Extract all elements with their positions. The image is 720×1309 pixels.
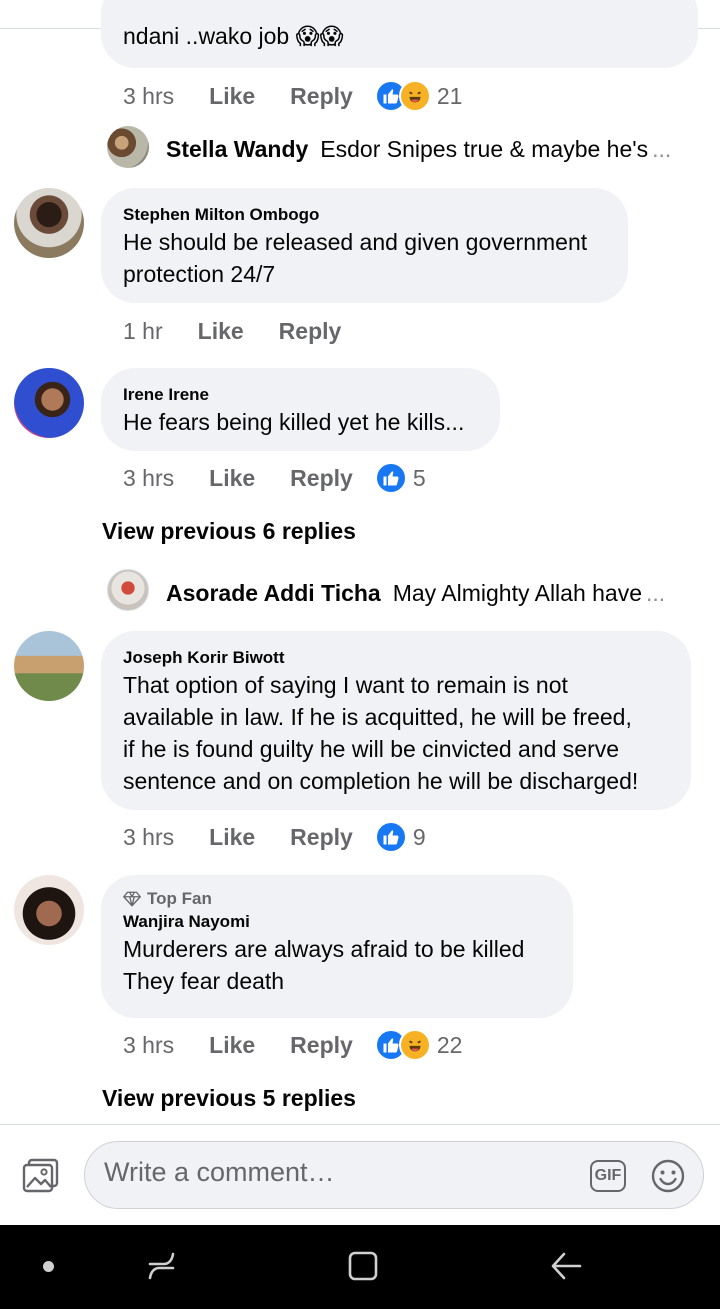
gif-label: GIF [594,1167,622,1184]
comment-bubble: Top Fan Wanjira Nayomi Murderers are alw… [101,875,573,1018]
comment-actions: 3 hrs Like Reply 9 [123,820,426,854]
like-button[interactable]: Like [198,318,244,345]
comment-text-line: if he is found guilty he will be cinvict… [123,736,620,762]
comment-author-name[interactable]: Irene Irene [123,384,478,406]
like-reaction-icon [374,821,407,853]
comment-author-name[interactable]: Wanjira Nayomi [123,911,551,933]
top-fan-badge: Top Fan [123,887,551,911]
reply-author-name[interactable]: Asorade Addi Ticha [166,580,381,607]
reaction-summary[interactable]: 21 [374,80,463,112]
photo-gallery-icon[interactable] [22,1158,60,1194]
comment-text-line: Murderers are always afraid to be killed [123,936,525,962]
avatar[interactable] [14,188,84,258]
comment-time: 3 hrs [123,464,175,491]
reply-preview[interactable]: Asorade Addi Ticha May Almighty Allah ha… [166,580,665,607]
comment-text-line: He should be released and given governme… [123,229,588,255]
comment-author-name[interactable]: Stephen Milton Ombogo [123,204,606,226]
avatar[interactable] [107,569,149,611]
comment-text-line: available in law. If he is acquitted, he… [123,704,632,730]
reaction-count: 5 [412,464,426,491]
comment-author-name[interactable]: Joseph Korir Biwott [123,647,669,669]
reply-ellipsis: ... [652,136,672,162]
comment-input-placeholder: Write a comment… [104,1157,335,1187]
diamond-icon [123,891,141,907]
comment-bubble: Stephen Milton Ombogo He should be relea… [101,188,628,303]
comment-text-line: That option of saying I want to remain i… [123,672,568,698]
back-icon[interactable] [548,1248,584,1284]
comment-bubble: Irene Irene He fears being killed yet he… [101,368,500,451]
reply-preview[interactable]: Stella Wandy Esdor Snipes true & maybe h… [166,136,671,163]
like-button[interactable]: Like [209,465,255,492]
badge-label: Top Fan [147,889,212,908]
reply-snippet: Esdor Snipes true & maybe he's [320,136,649,162]
avatar[interactable] [107,126,149,168]
reaction-count: 9 [412,823,426,850]
reply-author-name[interactable]: Stella Wandy [166,136,308,163]
reply-button[interactable]: Reply [290,83,353,110]
view-previous-replies-link[interactable]: View previous 6 replies [102,518,356,545]
like-reaction-icon [374,462,407,494]
reply-button[interactable]: Reply [290,465,353,492]
emoji-icon[interactable] [650,1158,686,1194]
comment-time: 1 hr [123,317,163,344]
comment-actions: 1 hr Like Reply [123,314,341,348]
haha-reaction-icon [398,1029,431,1061]
reaction-summary[interactable]: 9 [374,821,426,853]
avatar[interactable] [14,631,84,701]
comment-text-line: He fears being killed yet he kills... [123,409,465,435]
reaction-count: 21 [436,82,463,109]
gif-icon[interactable]: GIF [590,1160,626,1192]
view-previous-replies-link[interactable]: View previous 5 replies [102,1085,356,1112]
comment-bubble: Joseph Korir Biwott That option of sayin… [101,631,691,810]
comment-time: 3 hrs [123,1031,175,1058]
comment-time: 3 hrs [123,82,175,109]
reply-ellipsis: ... [646,580,666,606]
comment-text-line: They fear death [123,968,285,994]
comment-text-line: sentence and on completion he will be di… [123,768,639,794]
reply-button[interactable]: Reply [290,1032,353,1059]
comment-time: 3 hrs [123,823,175,850]
comment-actions: 3 hrs Like Reply 22 [123,1028,462,1062]
avatar[interactable] [14,875,84,945]
like-button[interactable]: Like [209,83,255,110]
comment-actions-top: 3 hrs Like Reply 21 [123,79,462,113]
comment-actions: 3 hrs Like Reply 5 [123,461,426,495]
like-button[interactable]: Like [209,1032,255,1059]
reply-snippet: May Almighty Allah have [392,580,643,606]
like-button[interactable]: Like [209,824,255,851]
reply-button[interactable]: Reply [279,318,342,345]
comment-bubble-top: ndani ..wako job 😱😱 [101,0,698,68]
haha-reaction-icon [398,80,431,112]
recent-apps-icon[interactable] [144,1248,180,1284]
reply-button[interactable]: Reply [290,824,353,851]
nav-dot-icon[interactable] [43,1261,54,1272]
home-icon[interactable] [347,1250,379,1282]
reaction-summary[interactable]: 5 [374,462,426,494]
comment-text: ndani ..wako job 😱😱 [123,23,344,49]
avatar[interactable] [14,368,84,438]
comment-text-line: protection 24/7 [123,261,276,287]
reaction-count: 22 [436,1031,463,1058]
reaction-summary[interactable]: 22 [374,1029,463,1061]
